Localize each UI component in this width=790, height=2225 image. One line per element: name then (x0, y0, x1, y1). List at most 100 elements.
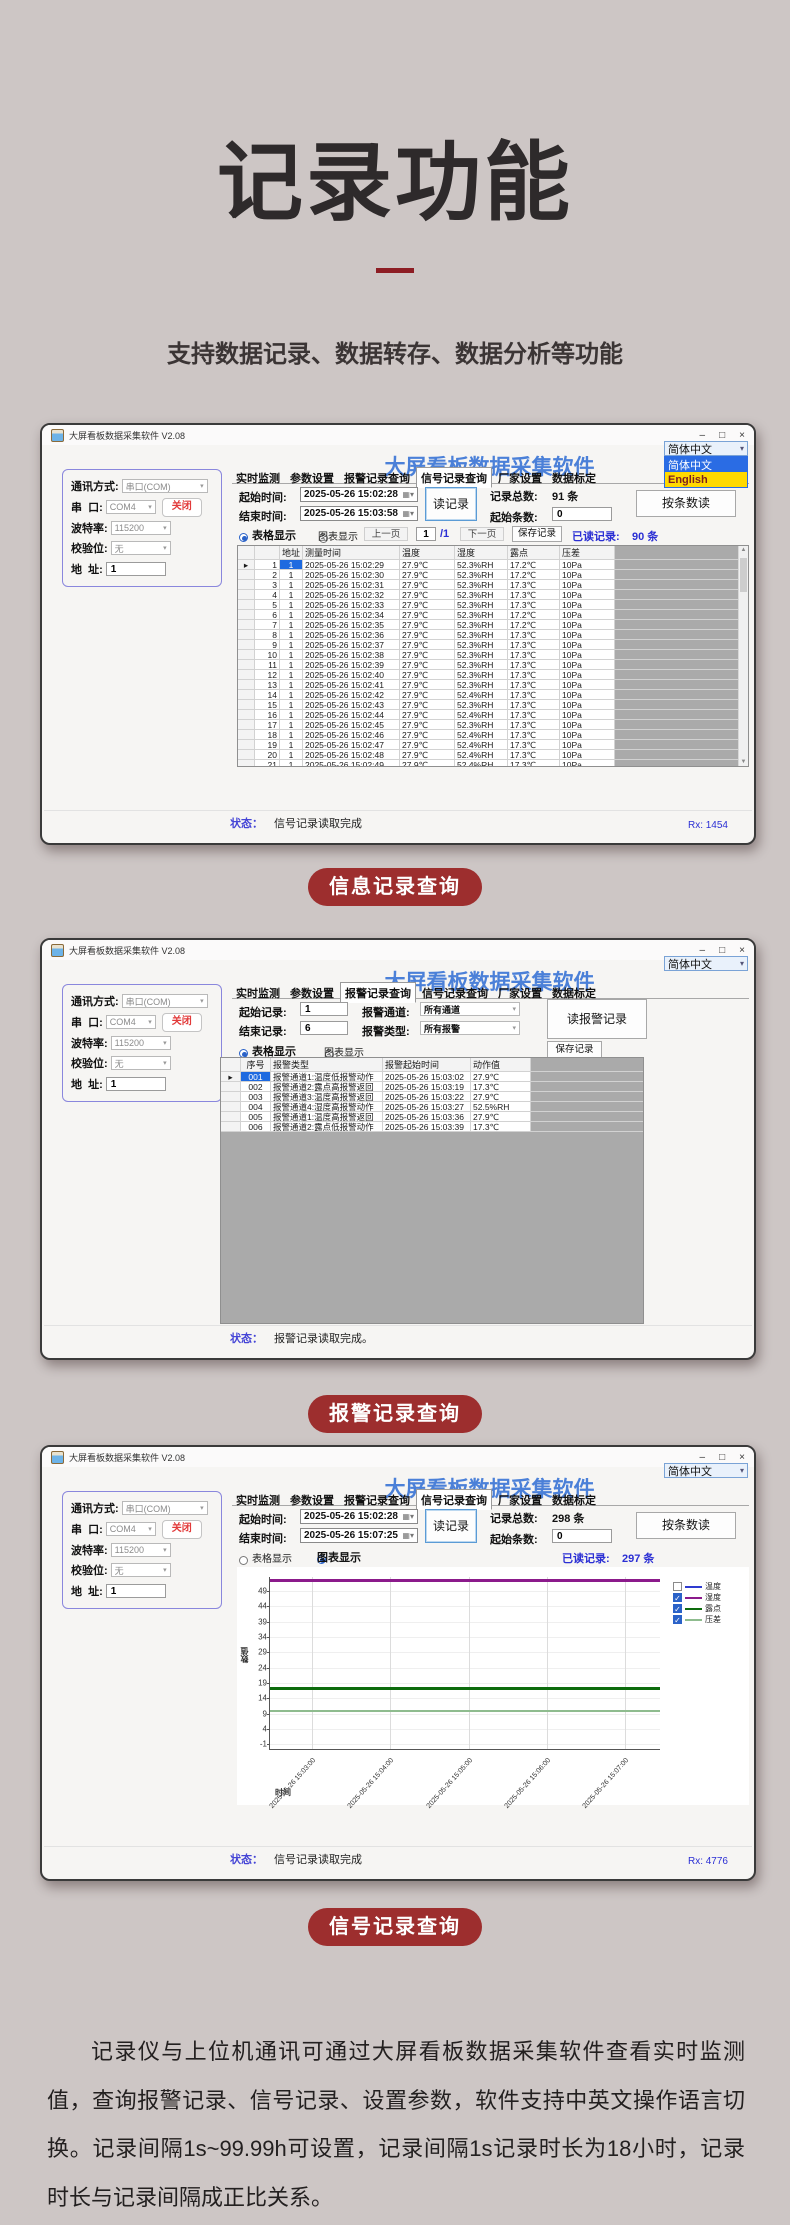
scroll-thumb[interactable] (740, 558, 747, 592)
tab-信号记录查询[interactable]: 信号记录查询 (416, 467, 492, 488)
comm-select[interactable]: 串口(COM)▾ (122, 994, 208, 1008)
table-row[interactable]: 1012025-05-26 15:02:3827.9℃52.3%RH17.3℃1… (238, 650, 748, 660)
table-row[interactable]: 1512025-05-26 15:02:4327.9℃52.3%RH17.3℃1… (238, 700, 748, 710)
table-row[interactable]: 312025-05-26 15:02:3127.9℃52.3%RH17.3℃10… (238, 580, 748, 590)
end-time-field[interactable]: 2025-05-26 15:03:58▦▾ (300, 506, 418, 521)
parity-select[interactable]: 无▾ (111, 1563, 171, 1577)
table-row[interactable]: 1312025-05-26 15:02:4127.9℃52.3%RH17.3℃1… (238, 680, 748, 690)
legend-checkbox-压差[interactable]: ✓ (673, 1615, 682, 1624)
language-option-chinese[interactable]: 简体中文 (665, 457, 747, 472)
table-row[interactable]: ▸001报警通道1:温度低报警动作2025-05-26 15:03:0227.9… (221, 1072, 643, 1082)
tab-实时监测[interactable]: 实时监测 (232, 983, 284, 1002)
baud-select[interactable]: 115200▾ (111, 1543, 171, 1557)
address-input[interactable]: 1 (106, 562, 166, 576)
scroll-down-icon[interactable]: ▼ (739, 759, 748, 765)
tab-参数设置[interactable]: 参数设置 (286, 983, 338, 1002)
close-icon[interactable]: × (739, 430, 745, 441)
comm-select[interactable]: 串口(COM)▾ (122, 479, 208, 493)
minimize-icon[interactable]: – (700, 945, 706, 956)
baud-select[interactable]: 115200▾ (111, 521, 171, 535)
alarm-type-select[interactable]: 所有报警▾ (420, 1021, 520, 1035)
start-index-input[interactable]: 0 (552, 507, 612, 521)
close-icon[interactable]: × (739, 1452, 745, 1463)
start-time-field[interactable]: 2025-05-26 15:02:28▦▾ (300, 1509, 418, 1524)
table-row[interactable]: 006报警通道2:露点低报警动作2025-05-26 15:03:3917.3℃ (221, 1122, 643, 1132)
table-row[interactable]: 612025-05-26 15:02:3427.9℃52.3%RH17.2℃10… (238, 610, 748, 620)
save-records-button[interactable]: 保存记录 (547, 1041, 602, 1058)
tab-报警记录查询[interactable]: 报警记录查询 (340, 1490, 414, 1509)
table-row[interactable]: 2012025-05-26 15:02:4827.9℃52.4%RH17.3℃1… (238, 750, 748, 760)
tab-信号记录查询[interactable]: 信号记录查询 (416, 1489, 492, 1510)
maximize-icon[interactable]: □ (719, 430, 725, 441)
read-records-button[interactable]: 读记录 (425, 487, 477, 521)
tab-报警记录查询[interactable]: 报警记录查询 (340, 468, 414, 487)
end-record-input[interactable]: 6 (300, 1021, 348, 1035)
address-input[interactable]: 1 (106, 1077, 166, 1091)
table-row[interactable]: 1212025-05-26 15:02:4027.9℃52.3%RH17.3℃1… (238, 670, 748, 680)
legend-checkbox-湿度[interactable]: ✓ (673, 1593, 682, 1602)
port-select[interactable]: COM4▾ (106, 1015, 156, 1029)
table-row[interactable]: 1612025-05-26 15:02:4427.9℃52.4%RH17.3℃1… (238, 710, 748, 720)
tab-参数设置[interactable]: 参数设置 (286, 468, 338, 487)
legend-checkbox-露点[interactable]: ✓ (673, 1604, 682, 1613)
read-by-count-button[interactable]: 按条数读 (636, 1512, 736, 1539)
next-page-button[interactable]: 下一页 (460, 527, 504, 541)
table-row[interactable]: 1112025-05-26 15:02:3927.9℃52.3%RH17.3℃1… (238, 660, 748, 670)
parity-select[interactable]: 无▾ (111, 541, 171, 555)
table-view-radio[interactable] (239, 1556, 248, 1565)
baud-select[interactable]: 115200▾ (111, 1036, 171, 1050)
close-port-button[interactable]: 关闭 (162, 1013, 202, 1032)
table-view-label[interactable]: 表格显示 (252, 527, 296, 543)
read-records-button[interactable]: 读记录 (425, 1509, 477, 1543)
minimize-icon[interactable]: – (700, 430, 706, 441)
tab-数据标定[interactable]: 数据标定 (548, 1490, 600, 1509)
close-port-button[interactable]: 关闭 (162, 498, 202, 517)
page-number-input[interactable]: 1 (416, 527, 436, 541)
port-select[interactable]: COM4▾ (106, 500, 156, 514)
minimize-icon[interactable]: – (700, 1452, 706, 1463)
table-row[interactable]: 912025-05-26 15:02:3727.9℃52.3%RH17.3℃10… (238, 640, 748, 650)
comm-select[interactable]: 串口(COM)▾ (122, 1501, 208, 1515)
start-time-field[interactable]: 2025-05-26 15:02:28▦▾ (300, 487, 418, 502)
save-records-button[interactable]: 保存记录 (512, 526, 562, 542)
table-row[interactable]: 005报警通道1:温度高报警返回2025-05-26 15:03:3627.9℃ (221, 1112, 643, 1122)
parity-select[interactable]: 无▾ (111, 1056, 171, 1070)
tab-参数设置[interactable]: 参数设置 (286, 1490, 338, 1509)
tab-实时监测[interactable]: 实时监测 (232, 1490, 284, 1509)
table-row[interactable]: 1812025-05-26 15:02:4627.9℃52.4%RH17.3℃1… (238, 730, 748, 740)
table-row[interactable]: 212025-05-26 15:02:3027.9℃52.3%RH17.2℃10… (238, 570, 748, 580)
prev-page-button[interactable]: 上一页 (364, 527, 408, 541)
table-row[interactable]: 512025-05-26 15:02:3327.9℃52.3%RH17.3℃10… (238, 600, 748, 610)
table-row[interactable]: 712025-05-26 15:02:3527.9℃52.3%RH17.2℃10… (238, 620, 748, 630)
tab-厂家设置[interactable]: 厂家设置 (494, 1490, 546, 1509)
read-by-count-button[interactable]: 按条数读 (636, 490, 736, 517)
table-row[interactable]: 412025-05-26 15:02:3227.9℃52.3%RH17.3℃10… (238, 590, 748, 600)
start-record-input[interactable]: 1 (300, 1002, 348, 1016)
table-view-radio[interactable] (239, 533, 248, 542)
end-time-field[interactable]: 2025-05-26 15:07:25▦▾ (300, 1528, 418, 1543)
maximize-icon[interactable]: □ (719, 1452, 725, 1463)
table-row[interactable]: 1912025-05-26 15:02:4727.9℃52.4%RH17.3℃1… (238, 740, 748, 750)
chart-view-label[interactable]: 图表显示 (317, 1549, 361, 1565)
language-select[interactable]: 简体中文 ▾ (664, 956, 748, 971)
read-alarm-records-button[interactable]: 读报警记录 (547, 999, 647, 1039)
close-port-button[interactable]: 关闭 (162, 1520, 202, 1539)
table-row[interactable]: 1412025-05-26 15:02:4227.9℃52.4%RH17.3℃1… (238, 690, 748, 700)
tab-实时监测[interactable]: 实时监测 (232, 468, 284, 487)
close-icon[interactable]: × (739, 945, 745, 956)
start-index-input[interactable]: 0 (552, 1529, 612, 1543)
address-input[interactable]: 1 (106, 1584, 166, 1598)
tab-报警记录查询[interactable]: 报警记录查询 (340, 982, 416, 1003)
tab-厂家设置[interactable]: 厂家设置 (494, 468, 546, 487)
calendar-icon[interactable]: ▦▾ (402, 509, 414, 518)
table-row[interactable]: 002报警通道2:露点高报警返回2025-05-26 15:03:1917.3℃ (221, 1082, 643, 1092)
table-scrollbar[interactable]: ▲ ▼ (738, 546, 748, 766)
table-row[interactable]: 004报警通道4:湿度高报警动作2025-05-26 15:03:2752.5%… (221, 1102, 643, 1112)
language-select[interactable]: 简体中文 ▾ (664, 1463, 748, 1478)
table-view-label[interactable]: 表格显示 (252, 1550, 292, 1565)
language-select[interactable]: 简体中文 ▾ (664, 441, 748, 456)
language-option-english[interactable]: English (665, 472, 747, 487)
chart-view-label[interactable]: 图表显示 (318, 528, 358, 543)
legend-checkbox-温度[interactable] (673, 1582, 682, 1591)
table-row[interactable]: 1712025-05-26 15:02:4527.9℃52.3%RH17.3℃1… (238, 720, 748, 730)
